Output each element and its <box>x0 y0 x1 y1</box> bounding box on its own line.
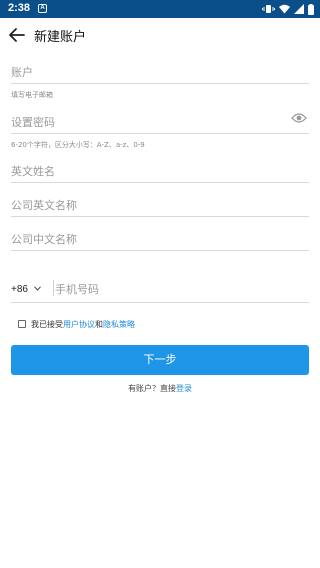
agreement-and: 和 <box>95 319 103 329</box>
phone-input[interactable]: 手机号码 <box>55 281 99 297</box>
country-code-select[interactable]: +86 <box>11 284 28 295</box>
agreement-prefix: 我已接受 <box>31 319 63 329</box>
account-placeholder: 账户 <box>11 66 33 79</box>
phone-row: +86 手机号码 <box>11 275 309 303</box>
company-chinese-name-input[interactable]: 公司中文名称 <box>11 226 309 251</box>
agreement-checkbox[interactable] <box>18 320 26 328</box>
english-name-input[interactable]: 英文姓名 <box>11 158 309 183</box>
signal-icon <box>294 4 304 14</box>
password-input[interactable]: 设置密码 <box>11 110 309 134</box>
user-agreement-link[interactable]: 用户协议 <box>63 319 95 330</box>
page-title: 新建账户 <box>34 30 87 45</box>
password-hint: 6-20个字符，区分大小写：A-Z、a-z、0-9 <box>11 141 145 149</box>
next-button[interactable]: 下一步 <box>11 345 309 375</box>
login-prompt-text: 有账户？直接 <box>128 384 176 393</box>
chevron-down-icon[interactable] <box>34 286 41 291</box>
show-password-icon[interactable] <box>291 112 307 124</box>
login-prompt: 有账户？直接登录 <box>0 383 320 394</box>
notification-icon: A <box>38 4 47 13</box>
english-name-placeholder: 英文姓名 <box>11 165 55 178</box>
account-hint: 填写电子邮箱 <box>11 91 53 99</box>
company-english-name-placeholder: 公司英文名称 <box>11 199 77 212</box>
account-input[interactable]: 账户 <box>11 60 309 84</box>
agreement-row: 我已接受 用户协议 和 隐私策略 <box>18 318 135 330</box>
status-bar: 2:38 A <box>0 0 320 18</box>
status-time: 2:38 <box>8 2 31 14</box>
app-bar: 新建账户 <box>0 18 320 52</box>
company-english-name-input[interactable]: 公司英文名称 <box>11 192 309 217</box>
divider <box>53 280 54 296</box>
company-chinese-name-placeholder: 公司中文名称 <box>11 233 77 246</box>
battery-icon <box>308 3 314 15</box>
password-placeholder: 设置密码 <box>11 116 55 129</box>
status-icons <box>262 3 314 15</box>
wifi-icon <box>279 4 290 14</box>
privacy-policy-link[interactable]: 隐私策略 <box>103 319 135 330</box>
back-arrow-icon[interactable] <box>6 24 28 46</box>
login-link[interactable]: 登录 <box>176 384 192 393</box>
vibrate-icon <box>262 5 275 13</box>
